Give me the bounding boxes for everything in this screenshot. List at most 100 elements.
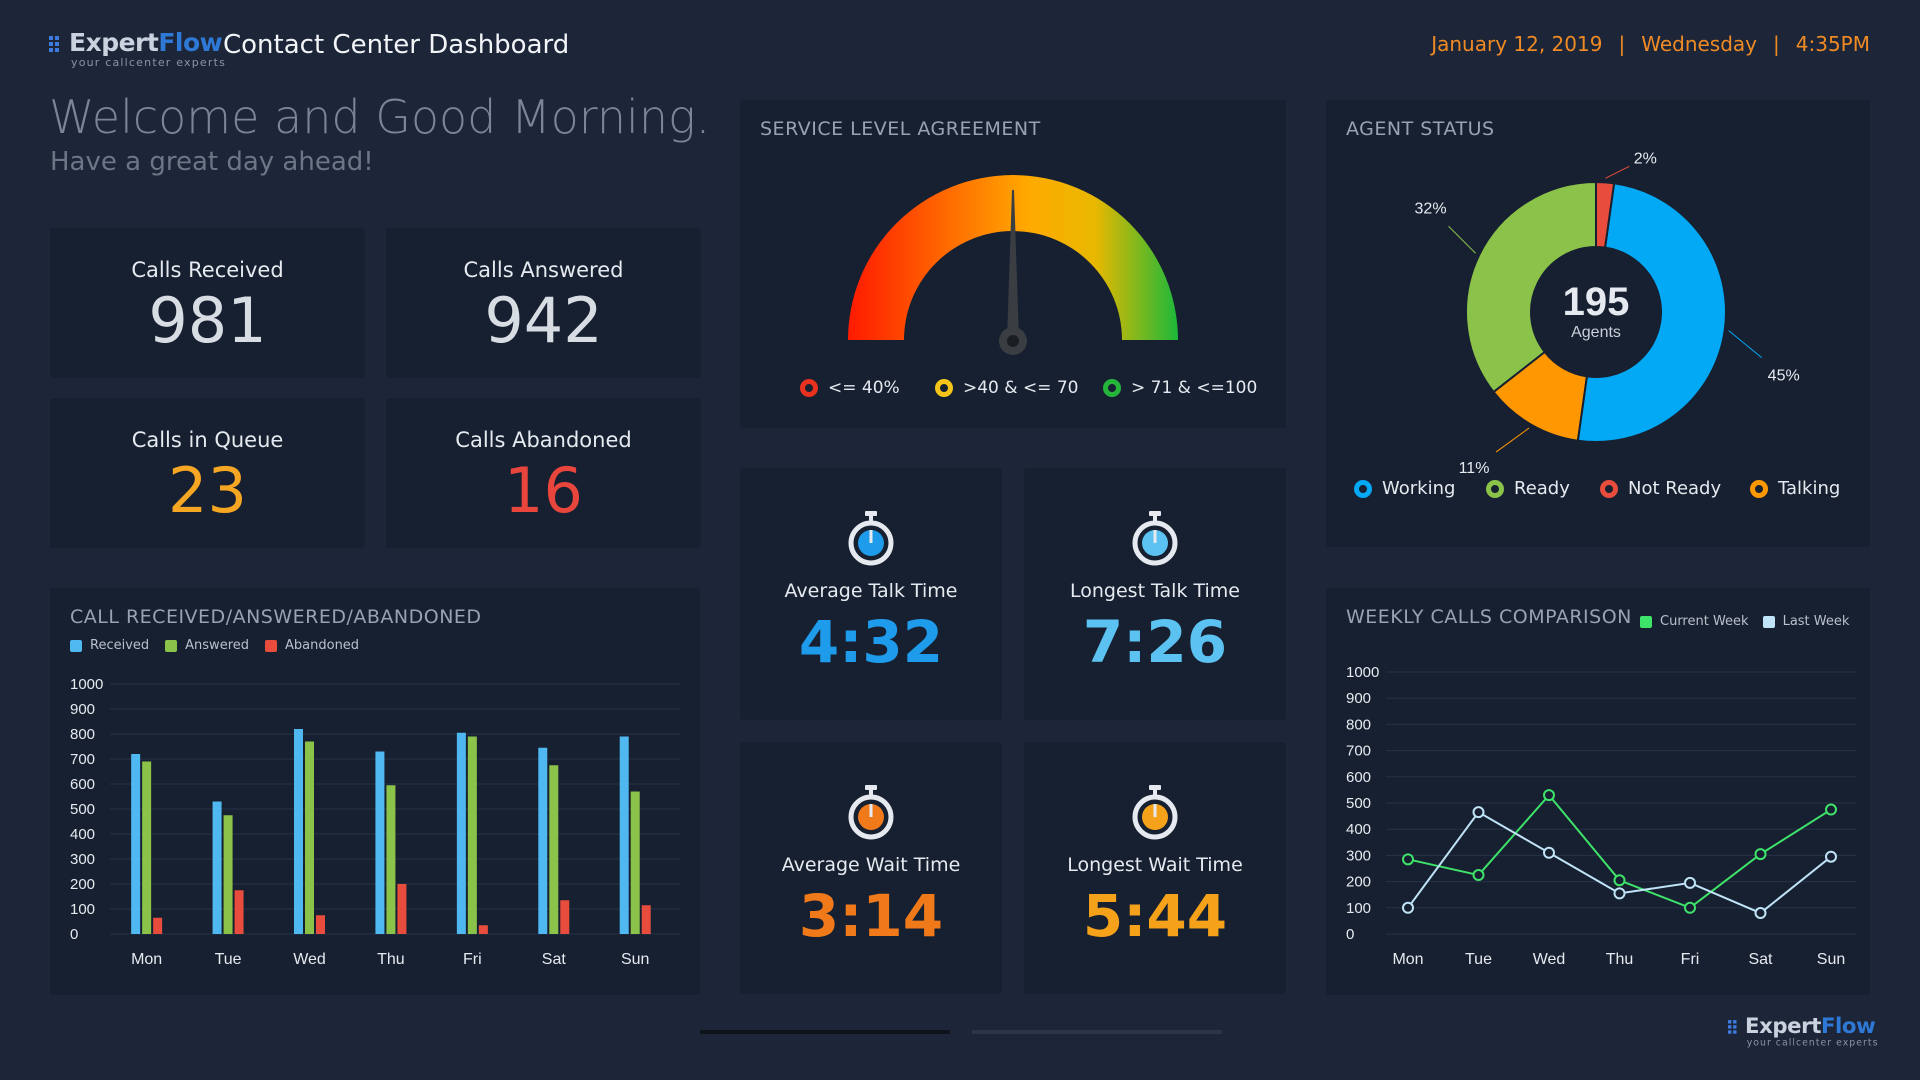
y-tick-label: 100 xyxy=(1346,900,1371,917)
legend-ready: Ready xyxy=(1486,478,1570,499)
data-point xyxy=(1613,887,1626,900)
label-leader-line xyxy=(1728,330,1763,359)
bar-abandoned xyxy=(153,917,163,934)
slice-percent-label: 32% xyxy=(1415,200,1447,217)
agent-total: 195 xyxy=(1563,280,1630,324)
time-text: 4:35PM xyxy=(1795,32,1870,56)
timer-value: 7:26 xyxy=(1082,608,1228,676)
kpi-label: Calls in Queue xyxy=(131,428,284,452)
slice-percent-label: 11% xyxy=(1459,460,1490,477)
timer-longest-wait: Longest Wait Time 5:44 xyxy=(1024,742,1286,994)
y-tick-label: 200 xyxy=(1346,874,1371,891)
legend-dot xyxy=(935,379,953,397)
bar-answered xyxy=(386,785,396,934)
data-point xyxy=(1472,806,1485,819)
y-tick-label: 700 xyxy=(1346,743,1371,760)
x-tick-label: Wed xyxy=(1533,951,1566,968)
y-tick-label: 0 xyxy=(1346,926,1354,943)
kpi-label: Calls Answered xyxy=(463,258,624,282)
x-tick-label: Thu xyxy=(1606,951,1634,968)
legend-not-ready: Not Ready xyxy=(1600,478,1721,499)
logo-text-expert: Expert xyxy=(1745,1013,1821,1038)
bar-abandoned xyxy=(560,900,570,934)
timer-value: 3:14 xyxy=(798,882,944,950)
data-point xyxy=(1684,901,1696,914)
timer-label: Longest Wait Time xyxy=(1067,854,1243,876)
data-point xyxy=(1543,789,1555,802)
sla-legend-mid: >40 & <= 70 xyxy=(935,378,1078,398)
kpi-calls-abandoned: Calls Abandoned 16 xyxy=(386,398,701,548)
bar-abandoned xyxy=(397,884,407,934)
agent-total-label: Agents xyxy=(1571,324,1621,341)
timer-value: 5:44 xyxy=(1082,882,1228,950)
y-tick-label: 600 xyxy=(1346,769,1371,786)
label-leader-line xyxy=(1495,427,1530,453)
legend-label: Working xyxy=(1382,478,1456,499)
y-tick-label: 0 xyxy=(70,926,78,943)
kpi-label: Calls Abandoned xyxy=(455,428,632,452)
kpi-value: 16 xyxy=(504,454,583,527)
data-point xyxy=(1825,850,1837,863)
kpi-label: Calls Received xyxy=(131,258,284,282)
legend-label: Not Ready xyxy=(1628,478,1722,499)
y-tick-label: 700 xyxy=(70,751,95,768)
bar-answered xyxy=(467,736,477,934)
timer-label: Average Talk Time xyxy=(784,580,958,602)
y-tick-label: 900 xyxy=(70,701,95,718)
stopwatch-icon xyxy=(848,511,894,566)
logo-text-flow: Flow xyxy=(158,28,223,57)
slice-percent-label: 2% xyxy=(1634,150,1657,167)
bar-received xyxy=(538,747,548,934)
legend-dot xyxy=(1354,479,1372,498)
bar-received xyxy=(375,751,385,934)
data-point xyxy=(1402,853,1414,866)
data-point xyxy=(1825,803,1837,816)
legend-dot xyxy=(1103,379,1121,397)
kpi-value: 942 xyxy=(484,284,603,357)
x-tick-label: Tue xyxy=(215,951,242,968)
x-tick-label: Fri xyxy=(463,951,482,968)
weekly-line-chart: 0 100 200 300 400 500 600 700 800 900 1000 Mon Tue We… xyxy=(1346,664,1856,968)
stopwatch-icon xyxy=(1132,511,1178,566)
data-point xyxy=(1402,901,1414,914)
label-leader-line xyxy=(1605,165,1630,179)
legend-label: <= 40% xyxy=(828,378,900,398)
stopwatch-icon xyxy=(1132,785,1178,840)
sla-panel: SERVICE LEVEL AGREEMENT <= 40% >40 & <= … xyxy=(740,100,1286,428)
bar-abandoned xyxy=(316,915,325,934)
separator: | xyxy=(1618,32,1626,56)
stopwatch-icon xyxy=(848,785,894,840)
x-tick-label: Sat xyxy=(542,951,567,968)
separator: | xyxy=(1773,32,1780,56)
x-tick-label: Sun xyxy=(621,951,649,968)
legend-label: > 71 & <=100 xyxy=(1131,378,1258,398)
logo-grid-icon xyxy=(1728,1020,1743,1035)
footer-logo: ExpertFlow your callcenter experts xyxy=(1728,1013,1877,1052)
bar-answered xyxy=(305,741,314,934)
bar-abandoned xyxy=(234,890,244,934)
y-tick-label: 800 xyxy=(1346,716,1371,733)
bar-chart: 0 100 200 300 400 500 600 700 800 900 1000 Mon Tue We… xyxy=(70,676,680,968)
data-point xyxy=(1543,846,1555,859)
logo-grid-icon xyxy=(49,36,67,54)
sla-legend-low: <= 40% xyxy=(800,378,900,398)
bar-received xyxy=(619,736,629,934)
x-tick-label: Tue xyxy=(1465,951,1492,968)
kpi-calls-in-queue: Calls in Queue 23 xyxy=(50,398,365,548)
y-tick-label: 1000 xyxy=(1346,664,1379,681)
date-text: January 12, 2019 xyxy=(1431,32,1603,56)
legend-dot xyxy=(1750,479,1768,498)
kpi-value: 981 xyxy=(148,284,267,357)
x-tick-label: Sun xyxy=(1817,951,1845,968)
bar-received xyxy=(456,732,466,934)
kpi-value: 23 xyxy=(168,454,247,527)
label-leader-line xyxy=(1448,225,1476,254)
slice-percent-label: 45% xyxy=(1768,368,1800,385)
timer-longest-talk: Longest Talk Time 7:26 xyxy=(1024,468,1286,720)
data-point xyxy=(1472,869,1485,882)
sla-legend-high: > 71 & <=100 xyxy=(1103,378,1257,398)
data-point xyxy=(1613,874,1626,887)
welcome-subheading: Have a great day ahead! xyxy=(50,147,374,177)
legend-label: >40 & <= 70 xyxy=(963,378,1079,398)
y-tick-label: 500 xyxy=(70,801,95,818)
